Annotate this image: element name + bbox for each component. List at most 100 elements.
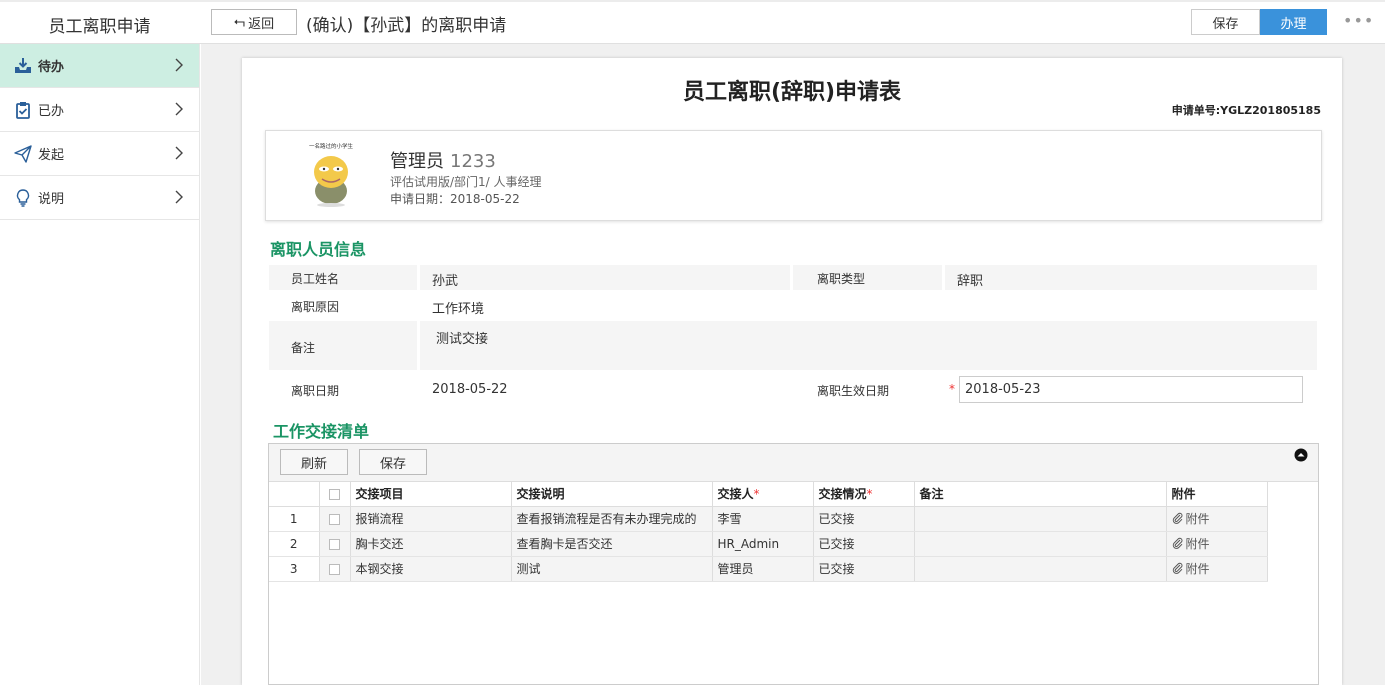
cell-divider — [942, 265, 945, 290]
avatar-caption: 一名路过的小学生 — [309, 142, 354, 150]
avatar: 一名路过的小学生 — [302, 141, 360, 207]
row-num-header — [269, 482, 320, 507]
cell-divider — [417, 321, 420, 370]
cell-item[interactable]: 本钢交接 — [350, 556, 512, 582]
save-button[interactable]: 保存 — [1191, 9, 1260, 35]
back-label: 返回 — [248, 16, 275, 32]
handle-button[interactable]: 办理 — [1260, 9, 1327, 35]
cell-person[interactable]: HR_Admin — [712, 531, 814, 557]
cell-attachment[interactable]: 附件 — [1166, 506, 1268, 532]
cell-attachment[interactable]: 附件 — [1166, 556, 1268, 582]
cell-attachment[interactable]: 附件 — [1166, 531, 1268, 557]
column-header[interactable]: 交接说明 — [511, 482, 713, 507]
collapse-icon[interactable] — [1294, 448, 1308, 462]
employee-name-value: 孙武 — [432, 274, 459, 289]
required-star: * — [753, 487, 760, 502]
cell-desc[interactable]: 查看报销流程是否有未办理完成的 — [511, 506, 713, 532]
paperclip-icon — [1172, 538, 1182, 550]
section-title-handover: 工作交接清单 — [273, 422, 370, 441]
column-header[interactable]: 备注 — [914, 482, 1167, 507]
cell-desc[interactable]: 查看胸卡是否交还 — [511, 531, 713, 557]
paperclip-icon — [1172, 563, 1182, 575]
reason-label: 离职原因 — [291, 300, 340, 314]
form-paper: 员工离职(辞职)申请表 申请单号:YGLZ201805185 一名路过的小学生 … — [242, 58, 1342, 685]
section-title-employee-info: 离职人员信息 — [270, 240, 367, 259]
column-header-label: 交接人 — [717, 487, 754, 502]
employee-name-label: 员工姓名 — [291, 272, 340, 286]
cell-divider — [417, 265, 420, 290]
paperclip-icon — [1172, 513, 1182, 525]
form-number: 申请单号:YGLZ201805185 — [1172, 102, 1321, 118]
info-row-remark: 备注 测试交接 — [269, 321, 1317, 370]
leave-type-value: 辞职 — [957, 274, 984, 289]
leave-type-label: 离职类型 — [817, 272, 866, 286]
applicant-name: 管理员 1233 — [390, 147, 496, 173]
cell-item[interactable]: 胸卡交还 — [350, 531, 512, 557]
table-row[interactable]: 2 胸卡交还 查看胸卡是否交还 HR_Admin 已交接 附件 — [269, 531, 1268, 557]
handover-table: 交接项目 交接说明 交接人* 交接情况* 备注 附件 1 报销流程 查看报销流程… — [269, 482, 1268, 582]
sidebar-item-label: 已办 — [38, 104, 65, 119]
remark-label: 备注 — [291, 341, 316, 355]
grid-save-button[interactable]: 保存 — [359, 449, 427, 475]
table-row[interactable]: 3 本钢交接 测试 管理员 已交接 附件 — [269, 556, 1268, 582]
cell-person[interactable]: 李雪 — [712, 506, 814, 532]
refresh-button[interactable]: 刷新 — [280, 449, 348, 475]
column-header[interactable]: 附件 — [1166, 482, 1268, 507]
leave-date-label: 离职日期 — [291, 384, 340, 398]
remark-value: 测试交接 — [436, 332, 489, 347]
apply-date-value: 2018-05-22 — [450, 192, 520, 206]
chevron-right-icon — [175, 190, 183, 204]
select-all-checkbox[interactable] — [319, 482, 351, 507]
sidebar-item-help[interactable]: 说明 — [0, 176, 199, 220]
top-border — [0, 0, 1385, 2]
row-checkbox[interactable] — [319, 506, 351, 532]
row-checkbox[interactable] — [319, 531, 351, 557]
sidebar-item-todo[interactable]: 待办 — [0, 44, 199, 88]
grid-toolbar: 刷新 保存 — [269, 444, 1318, 482]
cell-person[interactable]: 管理员 — [712, 556, 814, 582]
row-checkbox[interactable] — [319, 556, 351, 582]
chevron-right-icon — [175, 58, 183, 72]
cell-desc[interactable]: 测试 — [511, 556, 713, 582]
apply-date: 申请日期：2018-05-22 — [390, 190, 520, 207]
sidebar-item-label: 发起 — [38, 148, 65, 163]
applicant-dept: 评估试用版/部门1/ 人事经理 — [390, 175, 542, 189]
handover-grid: 刷新 保存 交接项目 交接说明 交接人* 交接情况* 备注 附件 1 报销流程 … — [268, 443, 1319, 685]
clipboard-check-icon — [13, 100, 33, 120]
attachment-label: 附件 — [1185, 511, 1210, 526]
row-number: 1 — [269, 506, 320, 532]
effective-date-input[interactable]: 2018-05-23 — [959, 376, 1303, 403]
cell-remark[interactable] — [914, 531, 1167, 557]
row-number: 2 — [269, 531, 320, 557]
cell-remark[interactable] — [914, 556, 1167, 582]
apply-date-label: 申请日期： — [390, 192, 451, 206]
cell-status[interactable]: 已交接 — [813, 506, 915, 532]
cell-remark[interactable] — [914, 506, 1167, 532]
top-bar: 员工离职申请 ⮢ 返回 (确认)【孙武】的离职申请 保存 办理 ••• — [0, 0, 1385, 44]
sidebar-item-done[interactable]: 已办 — [0, 88, 199, 132]
cell-item[interactable]: 报销流程 — [350, 506, 512, 532]
row-number: 3 — [269, 556, 320, 582]
sidebar-item-label: 说明 — [38, 192, 65, 207]
sidebar-item-label: 待办 — [38, 60, 65, 75]
cell-divider — [790, 265, 793, 290]
sidebar-item-start[interactable]: 发起 — [0, 132, 199, 176]
form-number-label: 申请单号: — [1171, 104, 1221, 117]
applicant-name-value: 管理员 — [390, 151, 444, 172]
more-dots-icon[interactable]: ••• — [1343, 11, 1374, 30]
back-button[interactable]: ⮢ 返回 — [211, 9, 297, 35]
app-title: 员工离职申请 — [48, 17, 151, 37]
document-title: (确认)【孙武】的离职申请 — [306, 16, 507, 36]
attachment-label: 附件 — [1185, 561, 1210, 576]
cell-status[interactable]: 已交接 — [813, 531, 915, 557]
paper-plane-icon — [13, 144, 33, 164]
column-header[interactable]: 交接情况* — [813, 482, 915, 507]
table-row[interactable]: 1 报销流程 查看报销流程是否有未办理完成的 李雪 已交接 附件 — [269, 506, 1268, 532]
table-header-row: 交接项目 交接说明 交接人* 交接情况* 备注 附件 — [269, 482, 1268, 507]
column-header[interactable]: 交接人* — [712, 482, 814, 507]
chevron-right-icon — [175, 102, 183, 116]
column-header[interactable]: 交接项目 — [350, 482, 512, 507]
sidebar: 待办 已办 发起 说明 — [0, 44, 200, 685]
column-header-label: 交接情况 — [818, 487, 867, 502]
cell-status[interactable]: 已交接 — [813, 556, 915, 582]
